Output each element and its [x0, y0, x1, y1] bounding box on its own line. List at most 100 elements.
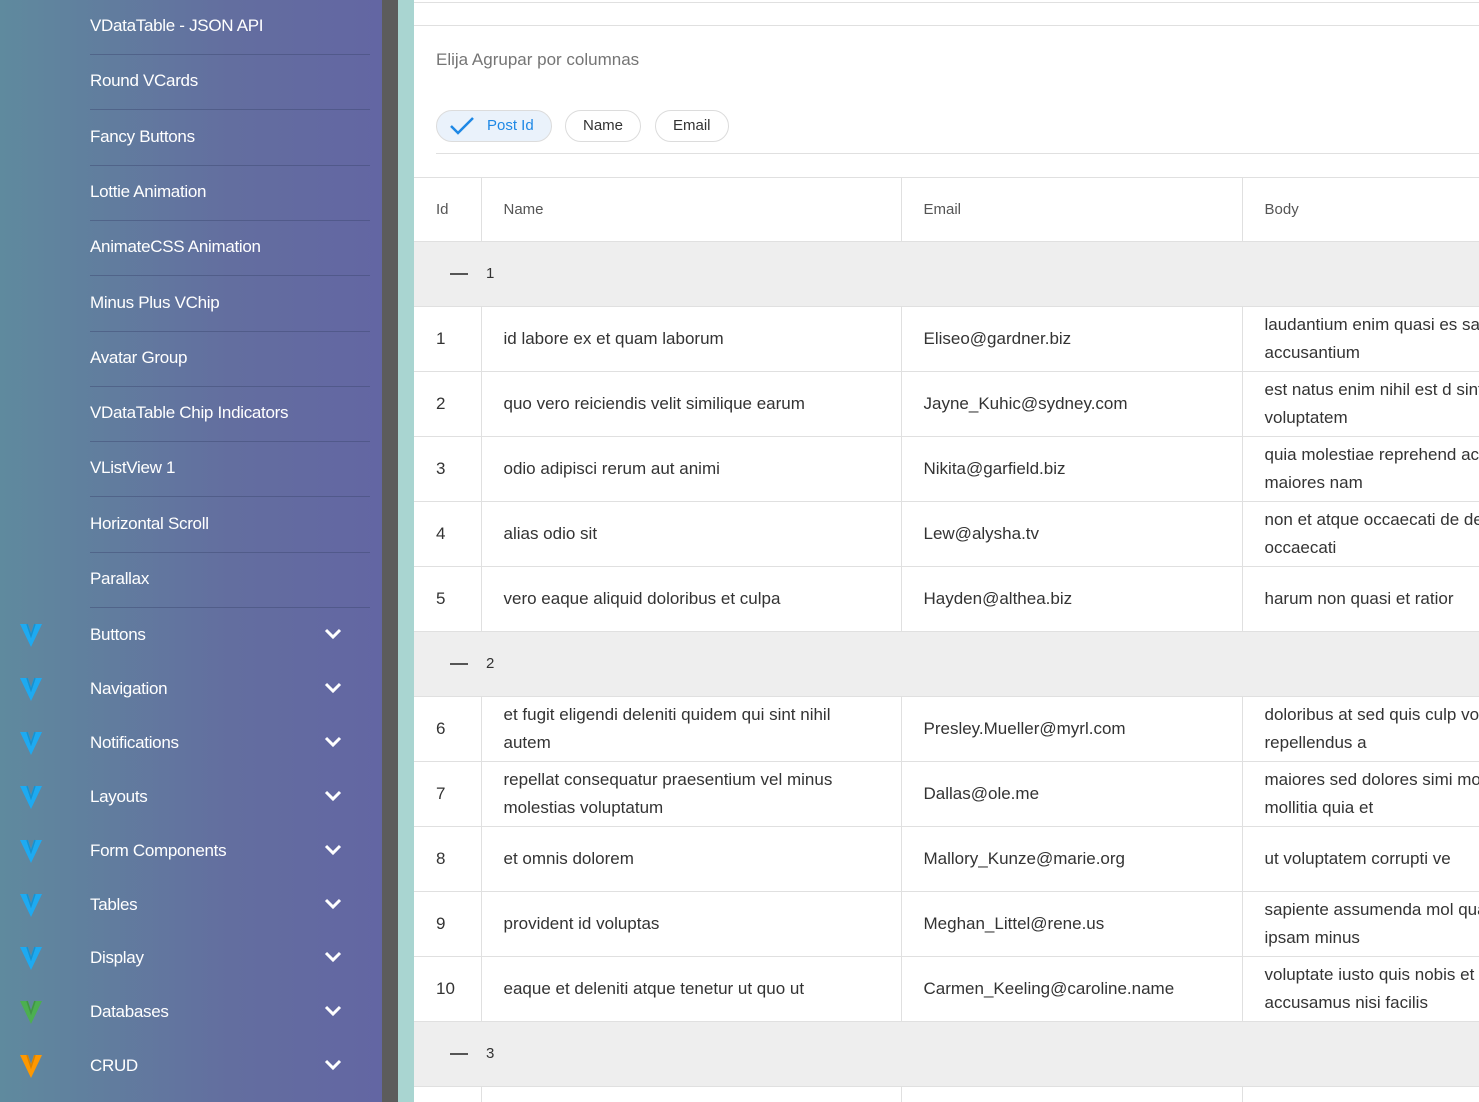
cell-id: 10 — [414, 956, 482, 1022]
sidebar-link[interactable]: Round VCards — [90, 55, 370, 111]
cell-body-text: doloribus at sed quis culp voluptatem re… — [1264, 705, 1479, 752]
sidebar-group-label: Databases — [90, 1002, 169, 1022]
cell-email — [901, 1086, 1243, 1102]
cell-name: provident id voluptas — [481, 891, 902, 957]
chip-name[interactable]: Name — [565, 110, 642, 142]
cell-id — [414, 1086, 482, 1102]
collapse-group-icon[interactable] — [450, 663, 468, 666]
check-icon — [450, 117, 474, 135]
vuetify-logo-icon — [20, 623, 42, 647]
sidebar-group-tables[interactable]: Tables — [0, 878, 382, 932]
collapse-group-icon[interactable] — [450, 1053, 468, 1056]
sidebar-group-crud[interactable]: CRUD — [0, 1039, 382, 1093]
table-row[interactable]: 2 quo vero reiciendis velit similique ea… — [414, 371, 1479, 437]
sidebar-group-label: Tables — [90, 894, 138, 914]
cell-email: Nikita@garfield.biz — [901, 436, 1243, 502]
sidebar-group-label: CRUD — [90, 1056, 138, 1076]
cell-name: repellat consequatur praesentium vel min… — [481, 761, 902, 827]
sidebar-link[interactable]: VDataTable Chip Indicators — [90, 387, 370, 443]
sidebar-group-label: Buttons — [90, 625, 146, 644]
group-by-label: Elija Agrupar por columnas — [436, 50, 640, 69]
table-row[interactable]: 4 alias odio sit Lew@alysha.tv non et at… — [414, 501, 1479, 567]
sidebar-group-form-components[interactable]: Form Components — [0, 824, 382, 878]
cell-body-text: laudantium enim quasi es sapiente accusa… — [1264, 315, 1479, 362]
chevron-down-icon — [324, 736, 342, 747]
sidebar-scrollbar[interactable] — [382, 0, 398, 1102]
group-header-row: 3 — [414, 1021, 1479, 1087]
cell-body: ut dolorum nostrum id qu — [1242, 1086, 1479, 1102]
cell-id: 5 — [414, 566, 482, 632]
cell-name: quo vero reiciendis velit similique earu… — [481, 371, 902, 437]
sidebar-link[interactable]: Fancy Buttons — [90, 111, 370, 166]
table-row[interactable]: 5 vero eaque aliquid doloribus et culpa … — [414, 566, 1479, 632]
sidebar-link[interactable]: Horizontal Scroll — [90, 498, 370, 553]
cell-name: fugit labore quia mollitia quas deserunt — [481, 1086, 902, 1102]
sidebar-link[interactable]: Parallax — [90, 553, 370, 608]
cell-body-text: maiores sed dolores simi molestiae molli… — [1264, 770, 1479, 817]
chevron-down-icon — [324, 844, 342, 855]
sidebar-group-navigation[interactable]: Navigation — [0, 662, 382, 716]
cell-body-text: ut voluptatem corrupti ve — [1264, 849, 1451, 868]
sidebar-group-databases[interactable]: Databases — [0, 985, 382, 1039]
cell-id: 6 — [414, 696, 482, 762]
sidebar-group-display[interactable]: Display — [0, 931, 382, 985]
vuetify-logo-icon — [20, 839, 42, 863]
table-row[interactable]: 7 repellat consequatur praesentium vel m… — [414, 761, 1479, 827]
vuetify-logo-icon — [20, 731, 42, 755]
cell-body: harum non quasi et ratior — [1242, 566, 1479, 632]
table-header-row: Id Name Email Body — [414, 177, 1479, 242]
cell-body: maiores sed dolores simi molestiae molli… — [1242, 761, 1479, 827]
column-header-name[interactable]: Name — [481, 177, 902, 242]
cell-id: 1 — [414, 306, 482, 372]
sidebar-link[interactable]: VDataTable - JSON API — [90, 0, 370, 55]
sidebar-group-layouts[interactable]: Layouts — [0, 770, 382, 824]
table-row[interactable]: 10 eaque et deleniti atque tenetur ut qu… — [414, 956, 1479, 1022]
sidebar-group-buttons[interactable]: Buttons — [0, 608, 382, 662]
cell-id: 8 — [414, 826, 482, 892]
table-row[interactable]: fugit labore quia mollitia quas deserunt… — [414, 1086, 1479, 1102]
collapse-group-icon[interactable] — [450, 273, 468, 276]
sidebar-group-label: Notifications — [90, 732, 179, 752]
cell-body-text: est natus enim nihil est d sint nostrum … — [1264, 380, 1479, 427]
column-header-body[interactable]: Body — [1242, 177, 1479, 242]
table-row[interactable]: 9 provident id voluptas Meghan_Littel@re… — [414, 891, 1479, 957]
group-header-row: 1 — [414, 241, 1479, 307]
table-row[interactable]: 1 id labore ex et quam laborum Eliseo@ga… — [414, 306, 1479, 372]
cell-email: Eliseo@gardner.biz — [901, 306, 1243, 372]
chip-post-id[interactable]: Post Id — [436, 110, 552, 142]
cell-body: sapiente assumenda mol quas enim ipsam m… — [1242, 891, 1479, 957]
table-row[interactable]: 8 et omnis dolorem Mallory_Kunze@marie.o… — [414, 826, 1479, 892]
cell-name: odio adipisci rerum aut animi — [481, 436, 902, 502]
column-header-id[interactable]: Id — [414, 177, 482, 242]
cell-id: 9 — [414, 891, 482, 957]
group-header-row: 2 — [414, 631, 1479, 697]
cell-email: Meghan_Littel@rene.us — [901, 891, 1243, 957]
cell-email: Carmen_Keeling@caroline.name — [901, 956, 1243, 1022]
sidebar-group-notifications[interactable]: Notifications — [0, 716, 382, 770]
vuetify-logo-icon — [20, 677, 42, 701]
chip-email[interactable]: Email — [655, 110, 729, 142]
vuetify-logo-icon — [20, 947, 42, 971]
cell-body: voluptate iusto quis nobis et accusamus … — [1242, 956, 1479, 1022]
chip-label: Post Id — [487, 117, 534, 134]
chevron-down-icon — [324, 1006, 342, 1017]
chevron-down-icon — [324, 682, 342, 694]
sidebar-link[interactable]: VListView 1 — [90, 442, 370, 498]
group-header-cell: 3 — [414, 1021, 1479, 1087]
column-header-email[interactable]: Email — [901, 177, 1243, 242]
chevron-down-icon — [324, 952, 342, 963]
cell-body: non et atque occaecati de deleniti ut oc… — [1242, 501, 1479, 567]
sidebar-link[interactable]: Avatar Group — [90, 332, 370, 387]
group-key: 2 — [486, 655, 495, 672]
sidebar-link[interactable]: AnimateCSS Animation — [90, 221, 370, 277]
sidebar-group-label: Layouts — [90, 786, 148, 806]
sidebar-link[interactable]: Lottie Animation — [90, 166, 370, 221]
cell-id: 7 — [414, 761, 482, 827]
chevron-down-icon — [324, 898, 342, 909]
divider — [436, 153, 1479, 154]
table-row[interactable]: 6 et fugit eligendi deleniti quidem qui … — [414, 696, 1479, 762]
cell-email: Presley.Mueller@myrl.com — [901, 696, 1243, 762]
sidebar-link[interactable]: Minus Plus VChip — [90, 277, 370, 332]
table-row[interactable]: 3 odio adipisci rerum aut animi Nikita@g… — [414, 436, 1479, 502]
vuetify-logo-icon — [20, 893, 42, 917]
